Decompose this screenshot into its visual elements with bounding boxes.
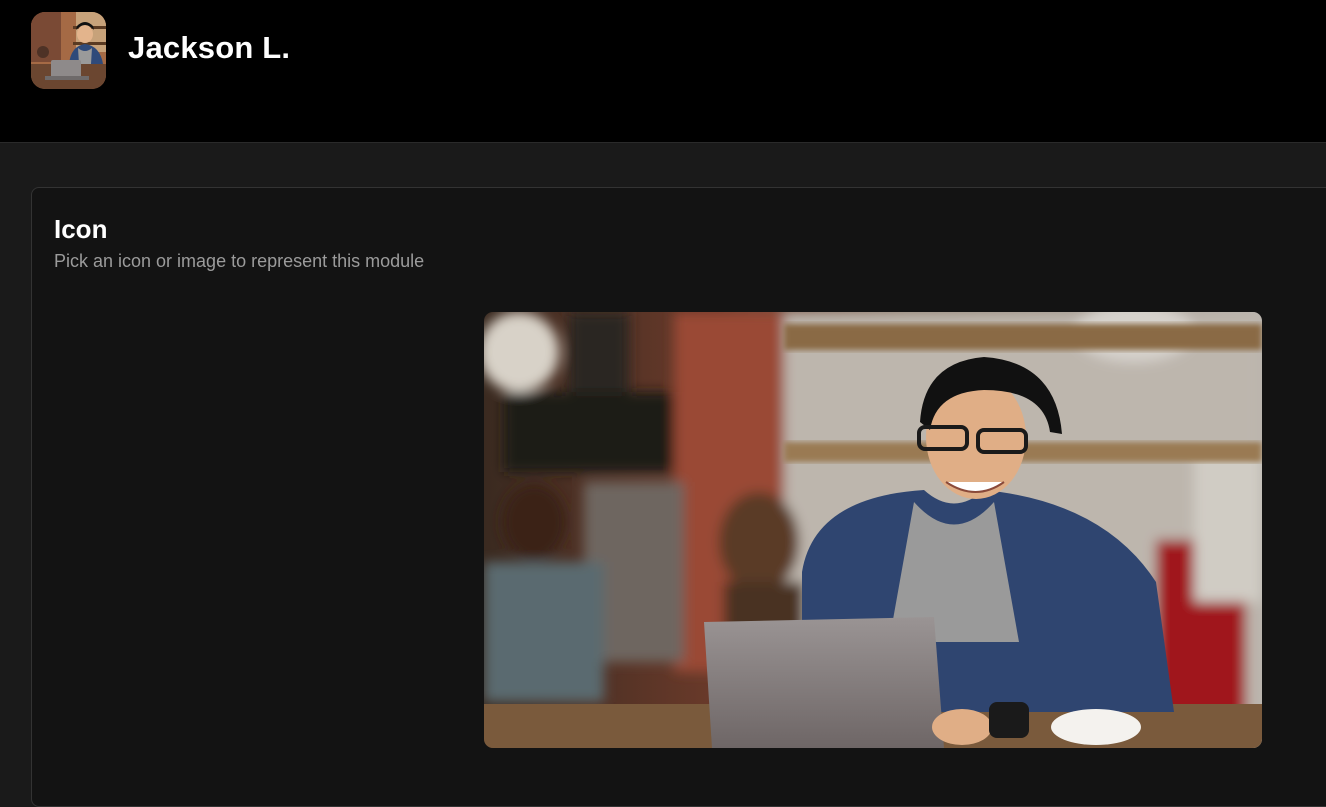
photo-person-laptop-cafe-icon [484, 312, 1262, 748]
icon-settings-card: Icon Pick an icon or image to represent … [31, 187, 1326, 807]
top-bar: Jackson L. [0, 0, 1326, 143]
section-subtitle: Pick an icon or image to represent this … [54, 251, 425, 271]
section-title: Icon [54, 214, 108, 244]
user-name: Jackson L. [128, 30, 291, 65]
user-avatar[interactable] [31, 12, 106, 89]
selected-image-preview[interactable] [484, 312, 1262, 748]
user-photo-icon [31, 12, 106, 89]
